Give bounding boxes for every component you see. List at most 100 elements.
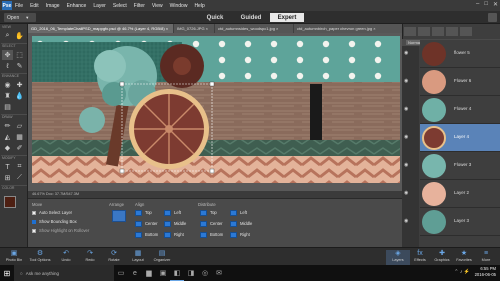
sponge-tool-icon[interactable]: ▤ — [2, 102, 13, 112]
foreground-color-swatch[interactable] — [4, 196, 16, 208]
document-canvas[interactable] — [32, 36, 400, 183]
marquee-tool-icon[interactable]: ⬚ — [14, 50, 25, 60]
pencil-tool-icon[interactable]: ✐ — [14, 143, 25, 153]
mail-icon[interactable]: ✉ — [212, 265, 226, 281]
layer-row[interactable]: Flower 6 — [420, 68, 500, 96]
eraser-tool-icon[interactable]: ▱ — [14, 121, 25, 131]
eye-icon[interactable]: ◉ — [404, 218, 412, 224]
layers-panel-button[interactable]: ◈ Layers — [386, 250, 410, 265]
eye-icon[interactable]: ◉ — [404, 162, 412, 168]
adjustment-layer-icon[interactable] — [432, 27, 444, 36]
show-bounding-checkbox[interactable] — [32, 220, 36, 224]
layer-row[interactable]: Layer 2 — [420, 180, 500, 208]
rotate-button[interactable]: ⟳ Rotate — [102, 250, 126, 265]
favorites-button[interactable]: ★ Favorites — [452, 250, 476, 265]
doc-tab[interactable]: IMG_0726.JPG × — [174, 24, 214, 33]
menu-help[interactable]: Help — [194, 3, 204, 9]
menu-view[interactable]: View — [152, 3, 163, 9]
edge-icon[interactable]: e — [128, 265, 142, 281]
brush-tool-icon[interactable]: ✏ — [2, 121, 13, 131]
menu-select[interactable]: Select — [113, 3, 127, 9]
align-bottom-icon[interactable] — [135, 232, 142, 238]
photo-bin-button[interactable]: ▣ Photo Bin — [2, 250, 26, 265]
graphics-button[interactable]: ✚ Graphics — [430, 250, 454, 265]
layer-row-selected[interactable]: Layer 4 — [420, 124, 500, 152]
doc-tab-active[interactable]: GD_2016_06_TemplateChallPSD_mappgfx.psd … — [28, 24, 173, 33]
close-button[interactable]: ✕ — [493, 1, 498, 8]
gradient-tool-icon[interactable]: ▦ — [14, 132, 25, 142]
new-layer-icon[interactable] — [404, 27, 416, 36]
straighten-tool-icon[interactable]: ⟋ — [14, 173, 25, 183]
effects-button[interactable]: fx Effects — [408, 250, 432, 265]
eye-icon[interactable]: ◉ — [404, 134, 412, 140]
mask-icon[interactable] — [446, 27, 458, 36]
menu-file[interactable]: File — [15, 3, 23, 9]
text-tool-icon[interactable]: T — [2, 162, 13, 172]
quick-selection-icon[interactable]: ✎ — [14, 61, 25, 71]
layer-row[interactable]: Flower 4 — [420, 96, 500, 124]
layer-row[interactable]: Layer 3 — [420, 208, 500, 236]
menu-filter[interactable]: Filter — [134, 3, 145, 9]
layout-button[interactable]: ▦ Layout — [126, 250, 150, 265]
paint-bucket-icon[interactable]: ◭ — [2, 132, 13, 142]
store-icon[interactable]: ▣ — [156, 265, 170, 281]
eye-icon[interactable]: ◉ — [404, 78, 412, 84]
more-button[interactable]: ≡ More — [474, 250, 498, 265]
align-top-icon[interactable] — [135, 210, 142, 216]
blur-tool-icon[interactable]: 💧 — [14, 91, 25, 101]
lasso-tool-icon[interactable]: ℓ — [2, 61, 13, 71]
organizer-taskbar-icon[interactable]: ◨ — [184, 265, 198, 281]
hand-tool-icon[interactable]: ✋ — [14, 31, 25, 41]
tab-expert[interactable]: Expert — [270, 13, 304, 22]
chrome-icon[interactable]: ◎ — [198, 265, 212, 281]
maximize-button[interactable]: □ — [484, 1, 488, 8]
create-button[interactable] — [488, 13, 497, 22]
delete-layer-icon[interactable] — [460, 27, 472, 36]
doc-tab[interactable]: ctd_autumnsides_woodspc1.jpg × — [215, 24, 293, 33]
taskbar-clock[interactable]: 6:55 PM 2016-06-05 — [475, 266, 496, 278]
eye-icon[interactable]: ◉ — [404, 50, 412, 56]
align-middle-icon[interactable] — [164, 221, 171, 227]
align-center-icon[interactable] — [135, 221, 142, 227]
organizer-button[interactable]: ▤ Organizer — [150, 250, 174, 265]
distribute-top-icon[interactable] — [200, 210, 207, 216]
spot-healing-icon[interactable]: ✚ — [14, 80, 25, 90]
shape-tool-icon[interactable]: ◆ — [2, 143, 13, 153]
cortana-search[interactable]: ○ Ask me anything — [14, 265, 114, 281]
tab-guided[interactable]: Guided — [234, 13, 268, 22]
auto-select-checkbox[interactable] — [32, 211, 36, 215]
system-tray-icons[interactable]: ⌃ ♪ ⚡ — [454, 269, 470, 275]
arrange-dropdown[interactable] — [112, 210, 126, 222]
distribute-right-icon[interactable] — [230, 232, 237, 238]
distribute-bottom-icon[interactable] — [200, 232, 207, 238]
group-layer-icon[interactable] — [418, 27, 430, 36]
menu-window[interactable]: Window — [170, 3, 188, 9]
redo-button[interactable]: ↷ Redo — [78, 250, 102, 265]
distribute-center-icon[interactable] — [200, 221, 207, 227]
windows-start-icon[interactable]: ⊞ — [0, 265, 14, 281]
zoom-tool-icon[interactable]: ⌕ — [2, 31, 13, 41]
task-view-icon[interactable]: ▭ — [114, 265, 128, 281]
doc-tab[interactable]: ctd_autumnbirch_paper chevron green.jpg … — [294, 24, 402, 33]
align-right-icon[interactable] — [164, 232, 171, 238]
eye-icon[interactable]: ◉ — [404, 106, 412, 112]
minimize-button[interactable]: – — [476, 1, 479, 8]
open-button[interactable]: Open ▼ — [4, 13, 36, 22]
eye-tool-icon[interactable]: ◉ — [2, 80, 13, 90]
crop-tool-icon[interactable]: ⌗ — [14, 162, 25, 172]
layer-row[interactable]: Flower 3 — [420, 152, 500, 180]
tool-options-button[interactable]: ⚙ Tool Options — [28, 250, 52, 265]
undo-button[interactable]: ↶ Undo — [54, 250, 78, 265]
move-tool-icon[interactable]: ✥ — [2, 50, 13, 60]
file-explorer-icon[interactable]: ▆ — [142, 265, 156, 281]
menu-image[interactable]: Image — [46, 3, 60, 9]
menu-enhance[interactable]: Enhance — [67, 3, 87, 9]
layer-row[interactable]: flower 5 — [420, 40, 500, 68]
show-highlight-checkbox[interactable] — [32, 229, 36, 233]
align-left-icon[interactable] — [164, 210, 171, 216]
photoshop-elements-icon[interactable]: ◧ — [170, 265, 184, 281]
distribute-middle-icon[interactable] — [230, 221, 237, 227]
stamp-tool-icon[interactable]: ♜ — [2, 91, 13, 101]
eye-icon[interactable]: ◉ — [404, 190, 412, 196]
distribute-left-icon[interactable] — [230, 210, 237, 216]
